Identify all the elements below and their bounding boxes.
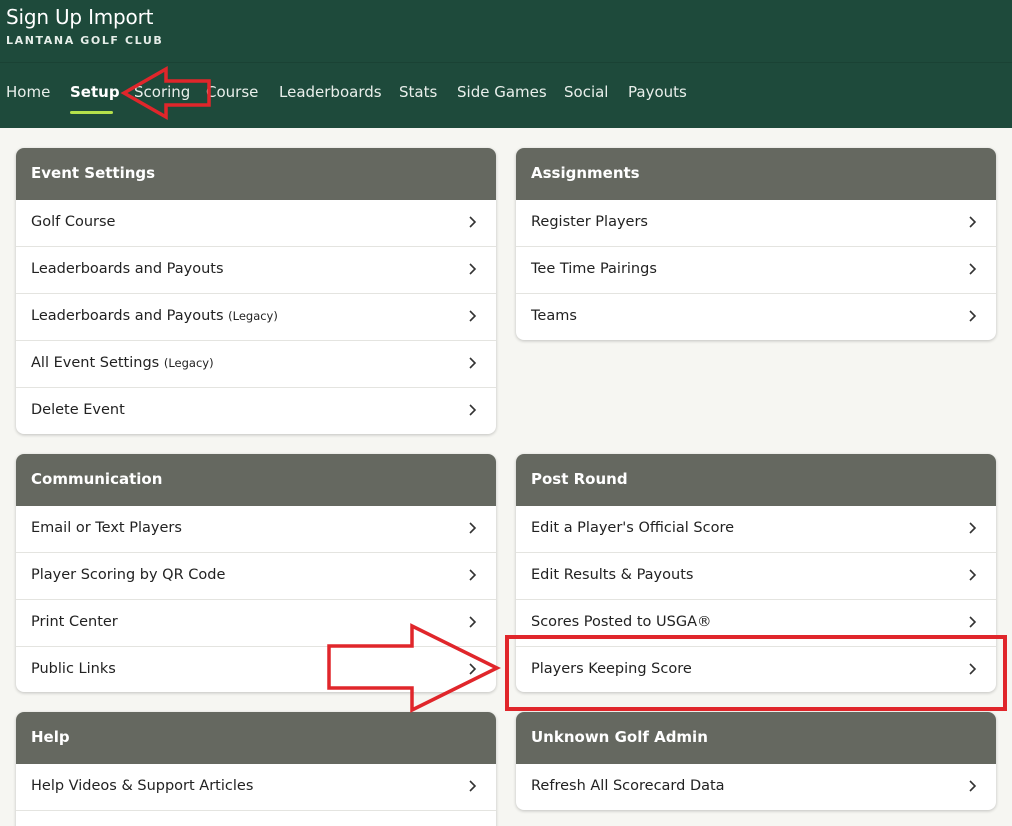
club-name: LANTANA GOLF CLUB bbox=[6, 34, 164, 47]
row-player-scoring-qr[interactable]: Player Scoring by QR Code bbox=[16, 553, 496, 600]
chevron-right-icon bbox=[469, 522, 477, 534]
row-label: Teams bbox=[531, 308, 577, 324]
row-label: Help Videos & Support Articles bbox=[31, 778, 254, 794]
row-label: Player Scoring by QR Code bbox=[31, 567, 226, 583]
card-title: Unknown Golf Admin bbox=[516, 712, 996, 764]
row-all-event-settings-legacy[interactable]: All Event Settings (Legacy) bbox=[16, 341, 496, 388]
card-unknown-golf-admin: Unknown Golf Admin Refresh All Scorecard… bbox=[516, 712, 996, 810]
row-scores-posted-usga[interactable]: Scores Posted to USGA® bbox=[516, 600, 996, 647]
chevron-right-icon bbox=[969, 263, 977, 275]
main-nav: Home Setup Scoring Course Leaderboards S… bbox=[0, 62, 1012, 128]
row-email-text-players[interactable]: Email or Text Players bbox=[16, 506, 496, 553]
row-refresh-scorecard-data[interactable]: Refresh All Scorecard Data bbox=[516, 764, 996, 810]
chevron-right-icon bbox=[969, 569, 977, 581]
row-label: Tee Time Pairings bbox=[531, 261, 657, 277]
row-label: Golf Course bbox=[31, 214, 116, 230]
chevron-right-icon bbox=[469, 357, 477, 369]
row-register-players[interactable]: Register Players bbox=[516, 200, 996, 247]
nav-scoring[interactable]: Scoring bbox=[134, 83, 190, 101]
row-label: Edit a Player's Official Score bbox=[531, 520, 735, 536]
row-print-center[interactable]: Print Center bbox=[16, 600, 496, 647]
chevron-right-icon bbox=[469, 663, 477, 675]
chevron-right-icon bbox=[469, 616, 477, 628]
row-help-videos[interactable]: Help Videos & Support Articles bbox=[16, 764, 496, 811]
chevron-right-icon bbox=[469, 780, 477, 792]
nav-social[interactable]: Social bbox=[564, 83, 608, 101]
nav-home[interactable]: Home bbox=[6, 83, 50, 101]
row-tee-time-pairings[interactable]: Tee Time Pairings bbox=[516, 247, 996, 294]
row-label: All Event Settings bbox=[31, 355, 160, 371]
row-delete-event[interactable]: Delete Event bbox=[16, 388, 496, 434]
row-label: Edit Results & Payouts bbox=[531, 567, 694, 583]
row-label: Scores Posted to USGA® bbox=[531, 614, 712, 630]
card-communication: Communication Email or Text Players Play… bbox=[16, 454, 496, 692]
app-header: Sign Up Import LANTANA GOLF CLUB bbox=[0, 0, 1012, 62]
card-title: Post Round bbox=[516, 454, 996, 506]
row-teams[interactable]: Teams bbox=[516, 294, 996, 340]
chevron-right-icon bbox=[469, 216, 477, 228]
chevron-right-icon bbox=[469, 310, 477, 322]
chevron-right-icon bbox=[969, 216, 977, 228]
row-golf-course[interactable]: Golf Course bbox=[16, 200, 496, 247]
active-tab-indicator bbox=[70, 111, 113, 114]
row-leaderboards-payouts-legacy[interactable]: Leaderboards and Payouts (Legacy) bbox=[16, 294, 496, 341]
row-label: Leaderboards and Payouts bbox=[31, 308, 224, 324]
chevron-right-icon bbox=[469, 404, 477, 416]
card-title: Help bbox=[16, 712, 496, 764]
card-title: Communication bbox=[16, 454, 496, 506]
card-help: Help Help Videos & Support Articles bbox=[16, 712, 496, 826]
row-label: Delete Event bbox=[31, 402, 125, 418]
card-event-settings: Event Settings Golf Course Leaderboards … bbox=[16, 148, 496, 434]
row-label: Refresh All Scorecard Data bbox=[531, 778, 725, 794]
row-label: Email or Text Players bbox=[31, 520, 182, 536]
row-leaderboards-payouts[interactable]: Leaderboards and Payouts bbox=[16, 247, 496, 294]
nav-stats[interactable]: Stats bbox=[399, 83, 437, 101]
card-assignments: Assignments Register Players Tee Time Pa… bbox=[516, 148, 996, 340]
card-title: Assignments bbox=[516, 148, 996, 200]
card-title: Event Settings bbox=[16, 148, 496, 200]
legacy-tag: (Legacy) bbox=[163, 356, 214, 370]
row-label: Public Links bbox=[31, 661, 116, 677]
page-title: Sign Up Import bbox=[6, 5, 154, 29]
chevron-right-icon bbox=[969, 310, 977, 322]
chevron-right-icon bbox=[469, 569, 477, 581]
row-edit-official-score[interactable]: Edit a Player's Official Score bbox=[516, 506, 996, 553]
chevron-right-icon bbox=[969, 616, 977, 628]
row-label: Print Center bbox=[31, 614, 118, 630]
row-edit-results-payouts[interactable]: Edit Results & Payouts bbox=[516, 553, 996, 600]
chevron-right-icon bbox=[969, 522, 977, 534]
nav-setup[interactable]: Setup bbox=[70, 83, 120, 101]
chevron-right-icon bbox=[469, 263, 477, 275]
chevron-right-icon bbox=[969, 663, 977, 675]
row-help-next[interactable] bbox=[16, 811, 496, 826]
nav-side-games[interactable]: Side Games bbox=[457, 83, 547, 101]
card-post-round: Post Round Edit a Player's Official Scor… bbox=[516, 454, 996, 692]
row-label: Players Keeping Score bbox=[531, 661, 692, 677]
row-players-keeping-score[interactable]: Players Keeping Score bbox=[516, 647, 996, 692]
row-label: Register Players bbox=[531, 214, 648, 230]
legacy-tag: (Legacy) bbox=[228, 309, 278, 323]
row-label: Leaderboards and Payouts bbox=[31, 261, 224, 277]
nav-leaderboards[interactable]: Leaderboards bbox=[279, 83, 382, 101]
chevron-right-icon bbox=[969, 780, 977, 792]
nav-course[interactable]: Course bbox=[206, 83, 258, 101]
nav-payouts[interactable]: Payouts bbox=[628, 83, 687, 101]
row-public-links[interactable]: Public Links bbox=[16, 647, 496, 692]
